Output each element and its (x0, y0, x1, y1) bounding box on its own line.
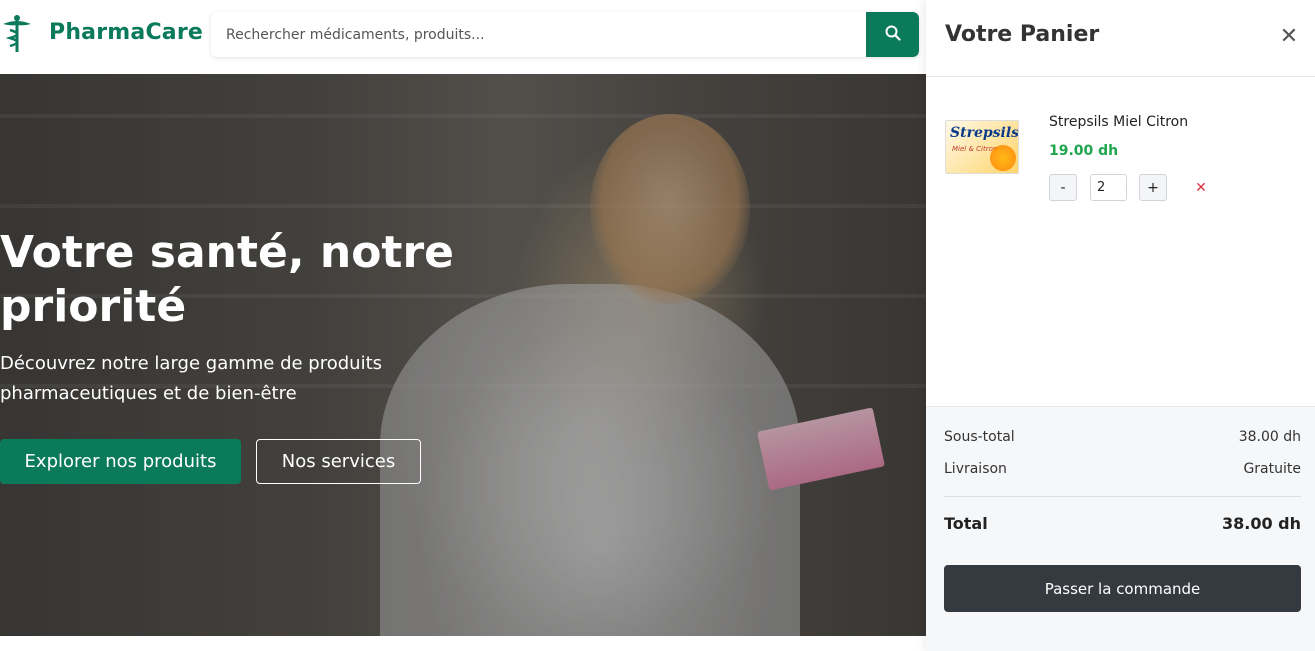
cart-panel: Votre Panier ✕ Strepsils Miel & Citron S… (926, 0, 1315, 651)
swirl-icon (990, 145, 1016, 171)
subtotal-value: 38.00 dh (1238, 429, 1301, 445)
hero-title: Votre santé, notre priorité (0, 227, 455, 332)
delivery-label: Livraison (944, 461, 1007, 477)
our-services-button[interactable]: Nos services (256, 439, 421, 484)
subtotal-label: Sous-total (944, 429, 1015, 445)
brand-name[interactable]: PharmaCare (49, 20, 203, 45)
subtotal-row: Sous-total 38.00 dh (944, 429, 1301, 445)
cart-summary: Sous-total 38.00 dh Livraison Gratuite T… (926, 406, 1315, 651)
total-row: Total 38.00 dh (944, 514, 1301, 533)
product-image-brand: Strepsils (950, 125, 1019, 141)
search-button[interactable] (866, 12, 919, 57)
cart-header: Votre Panier ✕ (926, 0, 1315, 77)
delivery-value: Gratuite (1243, 461, 1301, 477)
explore-products-button[interactable]: Explorer nos produits (0, 439, 241, 484)
search-input[interactable] (211, 12, 866, 57)
hero-subtitle: Découvrez notre large gamme de produits … (0, 353, 383, 404)
item-name: Strepsils Miel Citron (1049, 114, 1189, 130)
product-image: Strepsils Miel & Citron (945, 120, 1019, 174)
caduceus-icon[interactable] (0, 14, 34, 54)
total-label: Total (944, 514, 988, 533)
quantity-decrease-button[interactable]: - (1049, 174, 1077, 201)
cart-item: Strepsils Miel & Citron Strepsils Miel C… (945, 112, 1305, 212)
close-icon[interactable]: ✕ (1277, 24, 1301, 48)
hero-banner: Votre santé, notre priorité Découvrez no… (0, 74, 926, 636)
quantity-increase-button[interactable]: + (1139, 174, 1167, 201)
search-icon (885, 25, 901, 44)
total-value: 38.00 dh (1221, 514, 1301, 533)
item-price: 19.00 dh (1049, 143, 1119, 159)
remove-item-icon[interactable]: ✕ (1191, 176, 1211, 198)
summary-divider (944, 496, 1301, 497)
search-bar (211, 12, 919, 57)
site-header: PharmaCare (0, 0, 926, 74)
cart-title: Votre Panier (945, 22, 1100, 47)
checkout-button[interactable]: Passer la commande (944, 565, 1301, 612)
delivery-row: Livraison Gratuite (944, 461, 1301, 477)
quantity-input[interactable] (1090, 174, 1127, 201)
